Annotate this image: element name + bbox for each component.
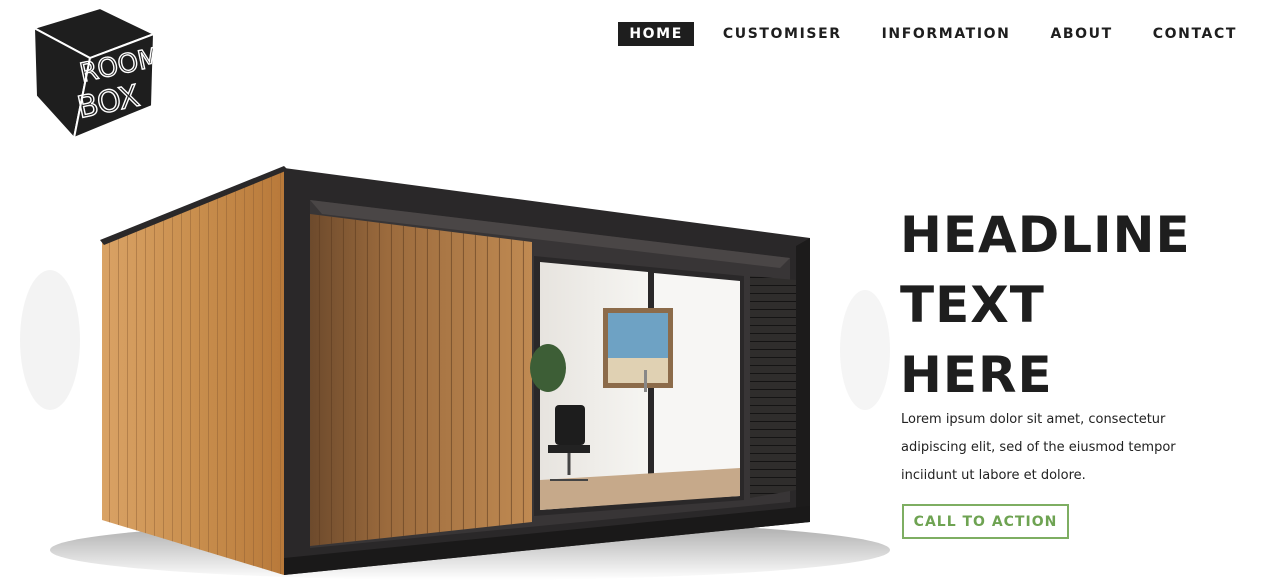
garden-room-hero-image (20, 166, 890, 580)
nav-home[interactable]: HOME (618, 22, 694, 46)
body-line-2: adipiscing elit, sed of the eiusmod temp… (901, 440, 1176, 455)
roombox-logo[interactable]: ROOM BOX (28, 6, 158, 142)
hero-body-text: Lorem ipsum dolor sit amet, consectetur … (901, 406, 1201, 490)
headline-line-2: TEXT (900, 276, 1045, 334)
call-to-action-button[interactable]: CALL TO ACTION (902, 504, 1069, 539)
headline-line-1: HEADLINE (900, 206, 1191, 264)
body-line-3: inciidunt ut labore et dolore. (901, 468, 1086, 483)
hero-headline: HEADLINE TEXT HERE (900, 200, 1260, 410)
headline-line-3: HERE (900, 346, 1053, 404)
body-line-1: Lorem ipsum dolor sit amet, consectetur (901, 412, 1166, 427)
main-nav: HOME CUSTOMISER INFORMATION ABOUT CONTAC… (600, 22, 1248, 46)
nav-about[interactable]: ABOUT (1039, 22, 1123, 46)
nav-contact[interactable]: CONTACT (1142, 22, 1248, 46)
nav-customiser[interactable]: CUSTOMISER (712, 22, 853, 46)
nav-information[interactable]: INFORMATION (871, 22, 1022, 46)
